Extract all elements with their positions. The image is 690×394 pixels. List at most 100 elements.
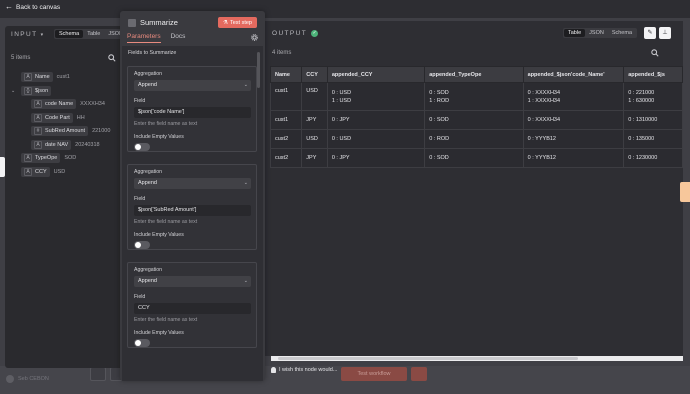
input-items-count: 5 items: [11, 55, 31, 61]
user-chip[interactable]: Seb CEBON: [6, 375, 49, 383]
user-name: Seb CEBON: [18, 376, 49, 382]
flask-icon: ⚗: [223, 19, 228, 26]
lightbulb-icon: [271, 367, 276, 373]
test-workflow-button[interactable]: Test workflow: [341, 367, 407, 381]
search-icon[interactable]: [108, 54, 116, 62]
table-cell: 0 : 221000 1 : 630000: [623, 82, 683, 111]
schema-field-subred-amount[interactable]: # SubRed Amount 221000: [31, 126, 110, 136]
back-to-canvas-link[interactable]: ← Back to canvas: [5, 3, 60, 11]
top-bar: ← Back to canvas: [0, 0, 690, 18]
tab-json[interactable]: JSON: [585, 29, 608, 37]
string-type-icon: A: [24, 73, 32, 81]
field-hint: Enter the field name as text: [134, 219, 198, 225]
right-drag-handle[interactable]: [680, 182, 690, 202]
table-cell: 0 : USD 1 : USD: [326, 82, 426, 111]
schema-field-name[interactable]: A Name cust1: [11, 72, 70, 82]
node-dialog: Summarize ⚗ Test step Parameters Docs Fi…: [120, 11, 265, 381]
table-cell: 0 : XXXXH34: [522, 110, 625, 130]
table-cell: 0 : YYYB12: [522, 148, 625, 168]
table-cell: 0 : ROD: [424, 129, 524, 149]
active-tab-indicator: [127, 42, 161, 43]
field-label: Field: [134, 196, 146, 202]
include-empty-toggle[interactable]: [134, 241, 150, 249]
column-header[interactable]: CCY: [301, 66, 328, 83]
table-cell: 0 : YYYB12: [522, 129, 625, 149]
table-cell: 0 : 135000: [623, 129, 683, 149]
dialog-title: Summarize: [128, 18, 178, 27]
output-view-tabs: Table JSON Schema: [563, 28, 638, 38]
delete-button[interactable]: [411, 367, 427, 381]
schema-field-typeope[interactable]: A TypeOpe SOD: [11, 153, 76, 163]
table-row: cust1 JPY 0 : JPY 0 : SOD 0 : XXXXH34 0 …: [270, 110, 683, 130]
output-panel: OUTPUT ✓ Table JSON Schema ✎ ⊥ 4 items N…: [265, 21, 683, 356]
back-to-canvas-label: Back to canvas: [16, 3, 61, 11]
include-empty-toggle[interactable]: [134, 143, 150, 151]
summarize-field-card: Aggregation Append ⌄ Field $json['SubRed …: [127, 164, 257, 250]
tab-schema[interactable]: Schema: [55, 30, 84, 38]
feedback-link[interactable]: I wish this node would...: [271, 367, 337, 373]
include-empty-toggle[interactable]: [134, 339, 150, 347]
column-header[interactable]: appended_TypeOpe: [424, 66, 524, 83]
table-cell: 0 : SOD 1 : ROD: [424, 82, 524, 111]
fields-to-summarize-title: Fields to Summarize: [128, 50, 177, 56]
column-header[interactable]: appended_$js: [623, 66, 683, 83]
table-cell: 0 : XXXXH34 1 : XXXXH34: [522, 82, 625, 111]
schema-field-json[interactable]: ⌄ {} $json: [11, 86, 52, 96]
table-cell: USD: [301, 129, 328, 149]
scrollbar-thumb[interactable]: [278, 357, 578, 360]
tab-table[interactable]: Table: [564, 29, 586, 37]
horizontal-scrollbar[interactable]: [271, 356, 683, 361]
tab-docs[interactable]: Docs: [171, 33, 186, 40]
left-drag-handle[interactable]: [0, 157, 5, 177]
chevron-down-icon: ⌄: [243, 180, 248, 186]
tab-table[interactable]: Table: [83, 30, 104, 38]
string-type-icon: A: [34, 114, 42, 122]
table-row: cust2 JPY 0 : JPY 0 : SOD 0 : YYYB12 0 :…: [270, 148, 683, 168]
schema-field-code-part[interactable]: A Code Part HH: [31, 113, 85, 123]
field-hint: Enter the field name as text: [134, 121, 198, 127]
input-heading: INPUT ▾: [11, 31, 45, 38]
table-cell: 0 : SOD: [424, 110, 524, 130]
schema-field-code-name[interactable]: Acode Name XXXXH34: [31, 99, 105, 109]
table-row: cust2 USD 0 : USD 0 : ROD 0 : YYYB12 0 :…: [270, 129, 683, 149]
gear-icon[interactable]: [251, 34, 258, 41]
aggregation-select[interactable]: Append ⌄: [134, 178, 251, 189]
aggregation-label: Aggregation: [134, 71, 162, 77]
schema-field-ccy[interactable]: A CCY USD: [11, 167, 65, 177]
test-step-button[interactable]: ⚗ Test step: [218, 17, 257, 28]
field-input[interactable]: $json['code Name']: [134, 107, 251, 118]
edit-icon[interactable]: ✎: [644, 27, 656, 39]
table-header-row: Name CCY appended_CCY appended_TypeOpe a…: [270, 66, 683, 83]
input-panel: INPUT ▾ Schema Table JSON 5 items A Name …: [5, 26, 129, 368]
schema-field-date-nav[interactable]: Adate NAV 20240318: [31, 140, 100, 150]
field-input[interactable]: $json['SubRed Amount']: [134, 205, 251, 216]
field-label: Field: [134, 294, 146, 300]
object-type-icon: {}: [24, 87, 32, 95]
table-cell: 0 : JPY: [326, 148, 426, 168]
aggregation-label: Aggregation: [134, 267, 162, 273]
chevron-down-icon: ⌄: [243, 82, 248, 88]
summarize-field-card: Aggregation Append ⌄ Field CCY Enter the …: [127, 262, 257, 348]
table-cell: 0 : USD: [326, 129, 426, 149]
chevron-down-icon[interactable]: ⌄: [11, 88, 17, 94]
column-header[interactable]: appended_CCY: [326, 66, 426, 83]
column-header[interactable]: Name: [270, 66, 303, 83]
pin-icon[interactable]: ⊥: [659, 27, 671, 39]
tab-schema[interactable]: Schema: [608, 29, 636, 37]
field-input[interactable]: CCY: [134, 303, 251, 314]
table-cell: 0 : SOD: [424, 148, 524, 168]
zoom-fit-button[interactable]: [90, 367, 106, 381]
aggregation-select[interactable]: Append ⌄: [134, 80, 251, 91]
column-header[interactable]: appended_$json'code_Name': [522, 66, 625, 83]
search-icon[interactable]: [651, 49, 659, 57]
avatar: [6, 375, 14, 383]
string-type-icon: A: [24, 168, 32, 176]
tab-parameters[interactable]: Parameters: [127, 33, 161, 40]
scrollbar-thumb[interactable]: [257, 52, 260, 88]
feedback-label: I wish this node would...: [279, 367, 338, 373]
table-cell: USD: [301, 82, 328, 111]
summarize-field-card: Aggregation Append ⌄ Field $json['code Na…: [127, 66, 257, 152]
aggregation-select[interactable]: Append ⌄: [134, 276, 251, 287]
table-cell: cust1: [270, 82, 303, 111]
table-cell: 0 : 1230000: [623, 148, 683, 168]
